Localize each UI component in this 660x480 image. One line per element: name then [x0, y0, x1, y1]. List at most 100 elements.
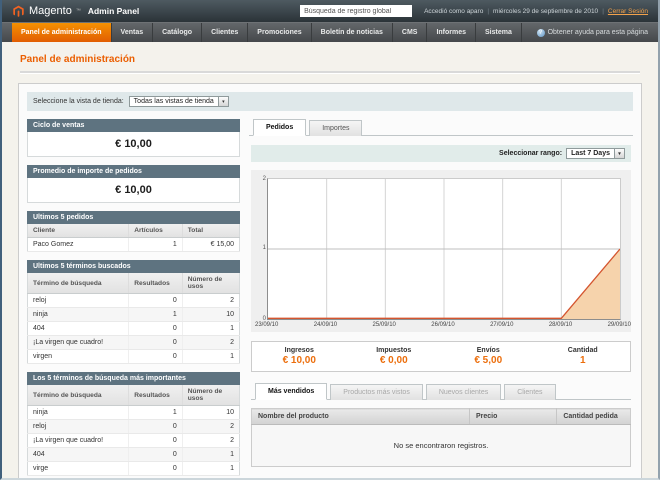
search-term-cell: ninja	[28, 406, 129, 420]
orders-chart-svg	[268, 179, 620, 319]
orders-chart-plot: 2 1 0	[267, 178, 621, 320]
table-row[interactable]: ninja 1 10	[28, 308, 240, 322]
average-orders-panel: Promedio de importe de pedidos € 10,00	[27, 165, 240, 203]
table-row[interactable]: Paco Gomez 1 € 15,00	[28, 238, 240, 252]
lifetime-sales-panel: Ciclo de ventas € 10,00	[27, 119, 240, 157]
search-term-cell: virge	[28, 462, 129, 476]
nav-item[interactable]: Boletín de noticias	[312, 23, 393, 42]
total-cell: Envíos € 5,00	[441, 347, 536, 366]
store-view-selected: Todas las vistas de tienda	[130, 97, 218, 106]
current-date: miércoles 29 de septiembre de 2010	[493, 8, 598, 15]
results-cell: 0	[129, 294, 183, 308]
range-selected: Last 7 Days	[567, 149, 614, 158]
brand-subtitle: Admin Panel	[88, 6, 139, 16]
results-cell: 0	[129, 434, 183, 448]
search-term-cell: 404	[28, 322, 129, 336]
x-axis-labels: 23/09/1024/09/1025/09/1026/09/1027/09/10…	[255, 320, 631, 329]
grid-tab[interactable]: Clientes	[504, 384, 555, 400]
total-label: Cantidad	[536, 347, 631, 354]
table-row[interactable]: 404 0 1	[28, 322, 240, 336]
panel-title: Ultimos 5 pedidos	[27, 211, 240, 224]
table-row[interactable]: 404 0 1	[28, 448, 240, 462]
top-search-terms-table: Término de búsqueda Resultados Número de…	[27, 385, 240, 476]
table-row[interactable]: ¡La virgen que cuadro! 0 2	[28, 434, 240, 448]
range-select[interactable]: Last 7 Days ▾	[566, 148, 625, 159]
total-cell: Cantidad 1	[536, 347, 631, 366]
total-value: € 10,00	[252, 355, 347, 366]
table-row[interactable]: reloj 0 2	[28, 420, 240, 434]
nav-item[interactable]: Clientes	[202, 23, 248, 42]
logout-link[interactable]: Cerrar Sesión	[608, 8, 648, 15]
panel-title: Promedio de importe de pedidos	[27, 165, 240, 178]
nav-item-label: Boletín de noticias	[321, 29, 383, 36]
table-row[interactable]: ¡La virgen que cuadro! 0 2	[28, 336, 240, 350]
nav-item-label: Panel de administración	[21, 29, 102, 36]
separator: |	[487, 8, 489, 15]
column-header: Cantidad pedida	[557, 409, 631, 425]
column-header: Precio	[469, 409, 556, 425]
x-axis-tick: 27/09/10	[490, 322, 513, 328]
nav-item[interactable]: Catálogo	[153, 23, 202, 42]
store-view-select[interactable]: Todas las vistas de tienda ▾	[129, 96, 229, 107]
grid-tab[interactable]: Productos más vistos	[330, 384, 423, 400]
nav-item[interactable]: Promociones	[248, 23, 311, 42]
tab-label: Nuevos clientes	[439, 389, 488, 396]
column-header: Término de búsqueda	[28, 385, 129, 406]
left-column: Ciclo de ventas € 10,00 Promedio de impo…	[27, 119, 240, 476]
tab-label: Más vendidos	[268, 388, 314, 395]
table-row[interactable]: reloj 0 2	[28, 294, 240, 308]
top-search-terms-panel: Los 5 términos de búsqueda más important…	[27, 372, 240, 476]
empty-row: No se encontraron registros.	[252, 425, 631, 467]
chart-tab[interactable]: Importes	[309, 120, 362, 136]
store-view-bar: Seleccione la vista de tienda: Todas las…	[27, 92, 633, 111]
table-row[interactable]: virge 0 1	[28, 462, 240, 476]
global-search-input[interactable]	[300, 5, 412, 17]
column-header: Nombre del producto	[252, 409, 470, 425]
title-divider	[20, 71, 640, 74]
x-axis-tick: 23/09/10	[255, 322, 278, 328]
nav-item[interactable]: Informes	[427, 23, 476, 42]
nav-item[interactable]: CMS	[393, 23, 428, 42]
table-row[interactable]: virgen 0 1	[28, 350, 240, 364]
page-help-link[interactable]: ? Obtener ayuda para esta página	[537, 23, 658, 42]
total-label: Envíos	[441, 347, 536, 354]
total-cell: Impuestos € 0,00	[347, 347, 442, 366]
total-cell: Ingresos € 10,00	[252, 347, 347, 366]
column-header: Resultados	[129, 273, 183, 294]
column-header: Cliente	[28, 224, 129, 238]
table-row[interactable]: ninja 1 10	[28, 406, 240, 420]
average-orders-value: € 10,00	[27, 178, 240, 203]
nav-list: Panel de administración Ventas Catálogo …	[12, 23, 522, 42]
nav-item[interactable]: Sistema	[476, 23, 522, 42]
magento-admin-window: Magento™ Admin Panel Accedió como aparo …	[0, 0, 660, 480]
x-axis-tick: 29/09/10	[608, 322, 631, 328]
nav-item[interactable]: Ventas	[112, 23, 154, 42]
total-label: Impuestos	[347, 347, 442, 354]
grid-tabs: Más vendidos Productos más vistos Nuevos…	[251, 383, 631, 400]
help-label: Obtener ayuda para esta página	[548, 29, 648, 36]
right-column: Pedidos Importes Seleccionar rango: Last…	[249, 119, 633, 467]
search-term-cell: 404	[28, 448, 129, 462]
nav-item-label: Informes	[436, 29, 466, 36]
magento-logo-icon	[12, 5, 25, 18]
y-axis-tick: 1	[257, 245, 266, 251]
results-cell: 1	[129, 406, 183, 420]
y-axis-tick: 0	[257, 316, 266, 322]
range-label: Seleccionar rango:	[499, 150, 562, 157]
grid-tab[interactable]: Más vendidos	[255, 383, 327, 400]
grid-tab[interactable]: Nuevos clientes	[426, 384, 501, 400]
totals-bar: Ingresos € 10,00 Impuestos € 0,00 Envíos	[251, 341, 631, 372]
total-value: € 0,00	[347, 355, 442, 366]
panel-title: Ultimos 5 términos buscados	[27, 260, 240, 273]
nav-item[interactable]: Panel de administración	[12, 23, 112, 42]
logged-in-as: Accedió como aparo	[424, 8, 483, 15]
results-cell: 0	[129, 462, 183, 476]
tab-label: Clientes	[517, 389, 542, 396]
total-cell: € 15,00	[182, 238, 239, 252]
content-area: Panel de administración Seleccione la vi…	[2, 42, 658, 479]
chart-tab[interactable]: Pedidos	[253, 119, 306, 136]
column-header: Número de usos	[182, 273, 239, 294]
brand-name: Magento	[29, 5, 72, 17]
uses-cell: 10	[182, 406, 239, 420]
uses-cell: 2	[182, 336, 239, 350]
